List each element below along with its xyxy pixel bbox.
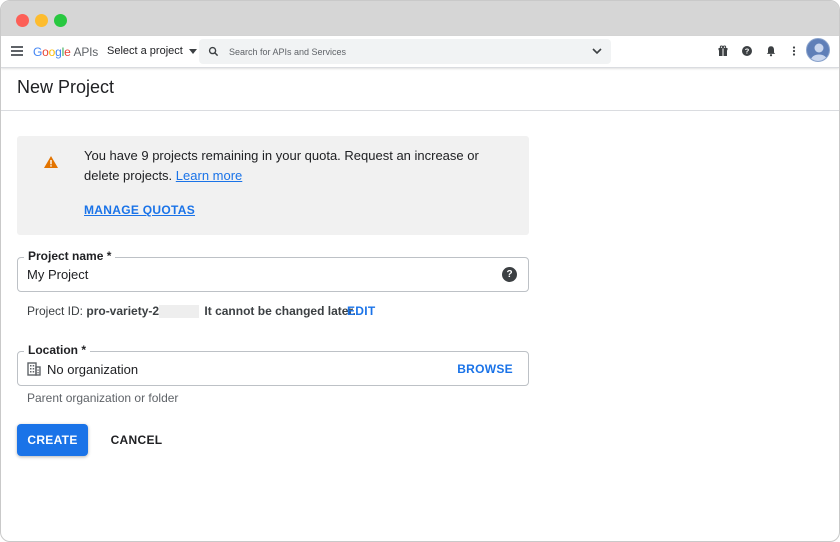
search-input[interactable] [229, 39, 579, 64]
redacted-text [159, 305, 200, 319]
project-id-line: Project ID: pro-variety-2 It cannot be c… [27, 304, 356, 319]
project-id-value: pro-variety-2 [86, 304, 160, 318]
browse-button[interactable]: BROWSE [457, 362, 513, 376]
maximize-window-button[interactable] [54, 14, 67, 27]
search-icon [208, 46, 219, 57]
location-label: Location * [24, 343, 91, 357]
project-id-prefix: Project ID: [27, 304, 84, 318]
google-apis-logo[interactable]: Google APIs [33, 45, 98, 59]
page-title: New Project [17, 77, 115, 97]
top-app-bar: GoogleAPIs Select a project ? [1, 36, 839, 68]
project-id-note: It cannot be changed later. [204, 304, 356, 318]
divider [1, 110, 839, 111]
close-window-button[interactable] [16, 14, 29, 27]
search-bar[interactable] [199, 39, 611, 64]
cancel-button[interactable]: CANCEL [101, 424, 172, 456]
quota-message: You have 9 projects remaining in your qu… [84, 146, 504, 186]
chevron-down-icon[interactable] [591, 46, 603, 56]
quota-notice: You have 9 projects remaining in your qu… [17, 136, 529, 235]
project-name-input[interactable] [27, 267, 427, 282]
avatar[interactable] [806, 38, 830, 62]
more-vert-icon[interactable] [788, 45, 800, 57]
browser-window: GoogleAPIs Select a project ? [0, 0, 840, 542]
project-name-field[interactable]: Project name * ? [17, 249, 529, 292]
location-helper-text: Parent organization or folder [27, 391, 179, 405]
question-mark-icon[interactable]: ? [502, 267, 517, 282]
menu-icon[interactable] [11, 46, 23, 56]
help-icon[interactable]: ? [741, 45, 753, 57]
window-titlebar [1, 1, 839, 36]
location-field[interactable]: Location * No organization BROWSE [17, 343, 529, 386]
gift-icon[interactable] [717, 45, 729, 57]
manage-quotas-link[interactable]: MANAGE QUOTAS [84, 203, 195, 217]
create-button[interactable]: CREATE [17, 424, 88, 456]
bell-icon[interactable] [765, 45, 777, 57]
quota-message-text: You have 9 projects remaining in your qu… [84, 148, 479, 183]
learn-more-link[interactable]: Learn more [176, 168, 242, 183]
project-selector-label: Select a project [107, 45, 183, 57]
project-selector[interactable]: Select a project [107, 45, 197, 57]
building-icon [27, 362, 41, 376]
svg-text:?: ? [745, 47, 750, 56]
caret-down-icon [188, 49, 197, 54]
location-value: No organization [47, 362, 139, 377]
project-name-label: Project name * [24, 249, 116, 263]
minimize-window-button[interactable] [35, 14, 48, 27]
edit-project-id-button[interactable]: EDIT [347, 304, 376, 318]
warning-icon [44, 156, 58, 168]
